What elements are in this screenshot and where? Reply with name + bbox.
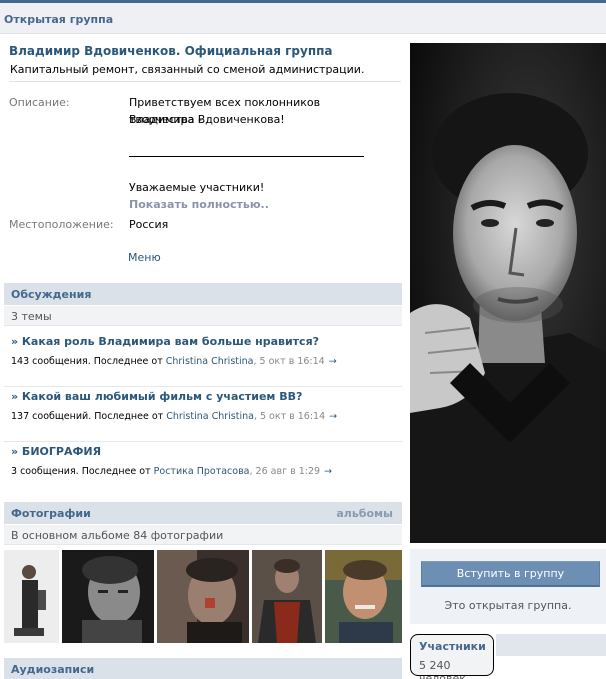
join-group-button[interactable]: Вступить в группу xyxy=(421,561,600,587)
group-title: Владимир Вдовиченков. Официальная группа xyxy=(9,44,333,58)
photo-thumbnail[interactable] xyxy=(252,550,322,643)
page-header: Открытая группа xyxy=(0,3,606,34)
members-count: 5 240 человек xyxy=(419,659,466,679)
members-header-bar xyxy=(496,634,606,656)
show-more-link[interactable]: Показать полностью.. xyxy=(129,198,269,211)
topic-messages: 3 сообщения. Последнее от xyxy=(11,466,154,477)
topic-meta: 143 сообщения. Последнее от Christina Ch… xyxy=(11,356,337,367)
topic-title[interactable]: » Какая роль Владимира вам больше нравит… xyxy=(11,335,319,348)
photo-thumbnail[interactable] xyxy=(325,550,402,643)
photos-title[interactable]: Фотографии xyxy=(11,507,91,520)
open-group-note: Это открытая группа. xyxy=(444,599,572,612)
discussions-summary: 3 темы xyxy=(4,306,402,326)
members-block[interactable]: Участники 5 240 человек xyxy=(410,634,494,679)
topic-messages: 143 сообщения. Последнее от xyxy=(11,356,166,367)
topic-item: » Какая роль Владимира вам больше нравит… xyxy=(4,332,402,387)
topic-title[interactable]: » Какой ваш любимый фильм с участием ВВ? xyxy=(11,390,302,403)
discussions-header[interactable]: Обсуждения xyxy=(4,283,402,305)
discussions-title[interactable]: Обсуждения xyxy=(11,288,91,301)
topic-last-author[interactable]: Christina Christina xyxy=(166,356,254,367)
topic-messages: 137 сообщений. Последнее от xyxy=(11,411,167,422)
topic-item: » Какой ваш любимый фильм с участием ВВ?… xyxy=(4,387,402,442)
photos-count: В основном альбоме 84 фотографии xyxy=(11,529,224,542)
join-panel: Вступить в группу Это открытая группа. xyxy=(410,549,606,624)
description-text-2: Владимира Вдовиченкова! xyxy=(129,113,285,126)
topic-meta: 3 сообщения. Последнее от Ростика Протас… xyxy=(11,466,332,477)
topic-title[interactable]: » БИОГРАФИЯ xyxy=(11,445,101,458)
location-label: Местоположение: xyxy=(9,218,114,231)
arrow-right-icon[interactable]: → xyxy=(329,411,337,422)
topic-last-date: , 5 окт в 16:14 xyxy=(253,356,325,367)
photo-thumbnail[interactable] xyxy=(62,550,154,643)
group-avatar[interactable] xyxy=(410,43,606,543)
photo-thumbnail[interactable] xyxy=(4,550,59,643)
description-rule xyxy=(129,156,364,157)
photo-strip xyxy=(4,550,402,643)
photos-summary: В основном альбоме 84 фотографии xyxy=(4,525,402,545)
topic-meta: 137 сообщений. Последнее от Christina Ch… xyxy=(11,411,337,422)
topic-last-author[interactable]: Christina Christina xyxy=(166,411,254,422)
photos-header[interactable]: Фотографии альбомы xyxy=(4,502,402,524)
topics-count: 3 темы xyxy=(11,310,52,323)
audio-title[interactable]: Аудиозаписи xyxy=(11,663,94,676)
page-header-title: Открытая группа xyxy=(4,13,114,26)
divider xyxy=(9,81,401,82)
members-title[interactable]: Участники xyxy=(419,640,486,653)
location-value: Россия xyxy=(129,218,169,231)
description-text-3: Уважаемые участники! xyxy=(129,181,265,194)
topic-last-date: , 26 авг в 1:29 xyxy=(249,466,321,477)
menu-link[interactable]: Меню xyxy=(128,251,161,264)
arrow-right-icon[interactable]: → xyxy=(329,356,337,367)
topic-last-date: , 5 окт в 16:14 xyxy=(253,411,326,422)
topic-item: » БИОГРАФИЯ 3 сообщения. Последнее от Ро… xyxy=(4,442,402,497)
topic-last-author[interactable]: Ростика Протасова xyxy=(154,466,250,477)
description-label: Описание: xyxy=(9,96,70,109)
photo-thumbnail[interactable] xyxy=(157,550,249,643)
arrow-right-icon[interactable]: → xyxy=(324,466,332,477)
audio-header[interactable]: Аудиозаписи xyxy=(4,658,402,679)
albums-link[interactable]: альбомы xyxy=(336,507,393,520)
group-status: Капитальный ремонт, связанный со сменой … xyxy=(10,63,365,76)
